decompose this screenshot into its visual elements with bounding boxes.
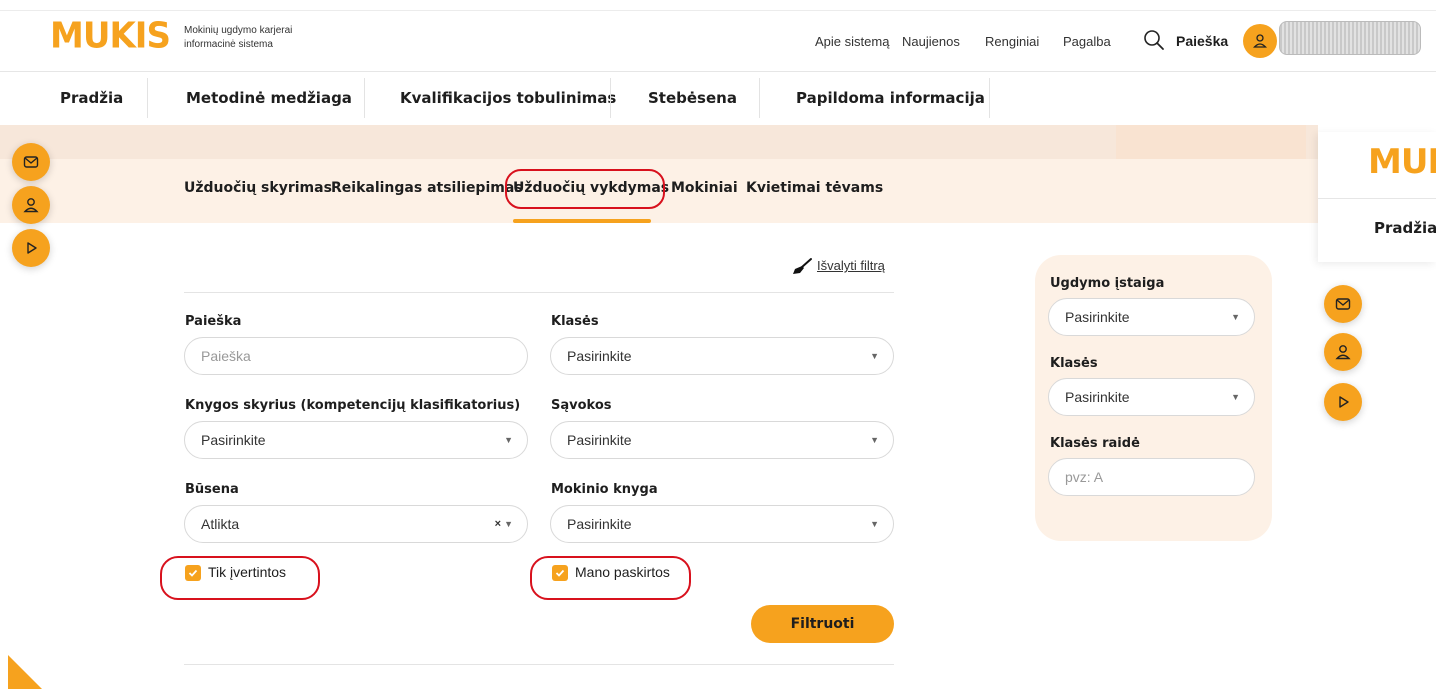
envelope-icon (23, 156, 39, 168)
divider (184, 664, 894, 665)
institution-select-value: Pasirinkite (1065, 309, 1130, 325)
search-input[interactable]: Paieška (184, 337, 528, 375)
annotation-checkbox-highlight (160, 556, 320, 600)
status-select[interactable]: Atlikta × ▼ (184, 505, 528, 543)
search-icon[interactable] (1143, 29, 1165, 51)
logo-tagline: Mokinių ugdymo karjerai informacinė sist… (184, 25, 293, 50)
chevron-down-icon: ▼ (504, 519, 513, 529)
chapter-label: Knygos skyrius (kompetencijų klasifikato… (185, 398, 521, 413)
concepts-select-value: Pasirinkite (567, 432, 632, 448)
nav-item-additional[interactable]: Papildoma informacija (796, 72, 985, 124)
student-book-select-value: Pasirinkite (567, 516, 632, 532)
concepts-label: Sąvokos (551, 398, 612, 413)
user-icon (1253, 34, 1267, 48)
toplink-help[interactable]: Pagalba (1063, 34, 1111, 49)
chapter-select-value: Pasirinkite (201, 432, 266, 448)
toplink-about[interactable]: Apie sistemą (815, 34, 889, 49)
user-name-redacted (1279, 21, 1421, 55)
user-icon (23, 198, 39, 213)
play-icon (1339, 396, 1349, 408)
message-button[interactable] (12, 143, 50, 181)
student-book-label: Mokinio knyga (551, 482, 658, 497)
status-select-value: Atlikta (201, 516, 240, 532)
corner-decoration (8, 655, 42, 689)
play-icon (27, 242, 37, 254)
tab-students[interactable]: Mokiniai (671, 180, 738, 196)
user-avatar[interactable] (1243, 24, 1277, 58)
side-classes-select[interactable]: Pasirinkite ▼ (1048, 378, 1255, 416)
profile-button-secondary[interactable] (1324, 333, 1362, 371)
toplink-events[interactable]: Renginiai (985, 34, 1039, 49)
annotation-checkbox-highlight (530, 556, 691, 600)
divider (184, 292, 894, 293)
tab-feedback-required[interactable]: Reikalingas atsiliepimas (331, 180, 523, 196)
nav-item-qualification[interactable]: Kvalifikacijos tobulinimas (400, 72, 616, 124)
clear-filter-link[interactable]: Išvalyti filtrą (817, 258, 885, 273)
filter-button[interactable]: Filtruoti (751, 605, 894, 643)
envelope-icon (1335, 298, 1351, 310)
search-label[interactable]: Paieška (1176, 33, 1228, 49)
tab-parent-invitations[interactable]: Kvietimai tėvams (746, 180, 883, 196)
class-letter-label: Klasės raidė (1050, 436, 1140, 451)
class-letter-input[interactable]: pvz: A (1048, 458, 1255, 496)
student-book-select[interactable]: Pasirinkite ▼ (550, 505, 894, 543)
chevron-down-icon: ▼ (870, 519, 879, 529)
nav-separator (610, 78, 611, 118)
chevron-down-icon: ▼ (870, 435, 879, 445)
play-button-secondary[interactable] (1324, 383, 1362, 421)
logo[interactable]: MUKIS (50, 15, 171, 57)
chevron-down-icon: ▼ (870, 351, 879, 361)
nav-separator (147, 78, 148, 118)
chevron-down-icon: ▼ (504, 435, 513, 445)
side-classes-select-value: Pasirinkite (1065, 389, 1130, 405)
active-tab-underline (513, 219, 651, 223)
classes-select-value: Pasirinkite (567, 348, 632, 364)
tab-task-assignment[interactable]: Užduočių skyrimas (184, 180, 332, 196)
user-icon (1335, 345, 1351, 360)
brush-icon[interactable] (791, 257, 813, 275)
classes-label: Klasės (551, 314, 599, 329)
nav-separator (364, 78, 365, 118)
band-right-block (1116, 125, 1306, 159)
status-label: Būsena (185, 482, 239, 497)
concepts-select[interactable]: Pasirinkite ▼ (550, 421, 894, 459)
message-button-secondary[interactable] (1324, 285, 1362, 323)
nav-separator (759, 78, 760, 118)
background-logo: MUKIS (1368, 142, 1436, 182)
nav-item-methodical[interactable]: Metodinė medžiaga (186, 72, 352, 124)
profile-button[interactable] (12, 186, 50, 224)
background-window-divider (1318, 198, 1436, 199)
institution-select[interactable]: Pasirinkite ▼ (1048, 298, 1255, 336)
nav-item-home[interactable]: Pradžia (60, 72, 123, 124)
toplink-news[interactable]: Naujienos (902, 34, 960, 49)
annotation-tab-highlight (505, 169, 665, 209)
classes-select[interactable]: Pasirinkite ▼ (550, 337, 894, 375)
clear-icon[interactable]: × (495, 506, 501, 542)
main-nav: Pradžia Metodinė medžiaga Kvalifikacijos… (0, 72, 1436, 124)
side-classes-label: Klasės (1050, 356, 1098, 371)
institution-label: Ugdymo įstaiga (1050, 276, 1165, 291)
nav-item-monitoring[interactable]: Stebėsena (648, 72, 737, 124)
nav-separator (989, 78, 990, 118)
play-button[interactable] (12, 229, 50, 267)
chevron-down-icon: ▼ (1231, 392, 1240, 402)
search-field-label: Paieška (185, 314, 242, 329)
background-nav-home: Pradžia (1374, 219, 1436, 237)
chevron-down-icon: ▼ (1231, 312, 1240, 322)
top-divider (0, 10, 1436, 11)
chapter-select[interactable]: Pasirinkite ▼ (184, 421, 528, 459)
